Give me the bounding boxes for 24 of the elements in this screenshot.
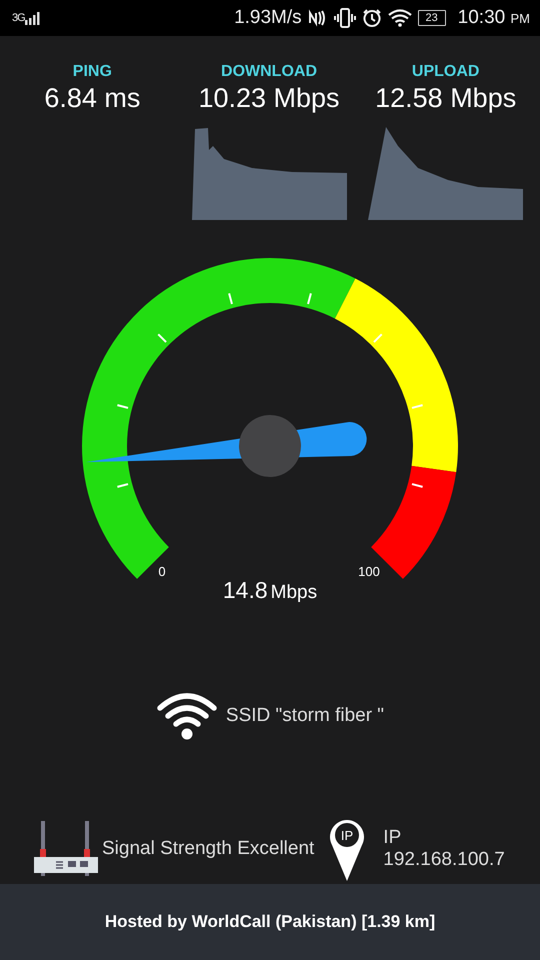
metric-label: DOWNLOAD xyxy=(221,62,317,82)
metric-label: UPLOAD xyxy=(412,62,480,82)
metric-value: 10.23 Mbps xyxy=(198,82,340,114)
scale-max: 100 xyxy=(358,564,380,578)
signal-strength: Signal Strength Excellent xyxy=(102,838,314,860)
wifi-icon xyxy=(388,8,412,27)
alarm-icon xyxy=(362,8,382,28)
vibrate-icon xyxy=(334,8,356,28)
clock-time: 10:30 PM xyxy=(458,6,530,29)
current-speed: 14.8 Mbps xyxy=(222,576,318,602)
nfc-icon xyxy=(308,8,328,27)
ip-address: 192.168.100.7 xyxy=(383,849,505,872)
network-speed: 1.93M/s xyxy=(234,6,302,29)
network-type: 3G xyxy=(12,12,25,24)
metric-value: 6.84 ms xyxy=(44,82,140,114)
scale-min: 0 xyxy=(158,564,166,578)
metric-value: 12.58 Mbps xyxy=(375,82,516,114)
metric-label: PING xyxy=(72,62,112,82)
ssid-text: SSID "storm fiber " xyxy=(226,705,384,728)
pin-label: IP xyxy=(341,828,354,844)
ip-label: IP xyxy=(383,827,402,850)
battery-level: 23 xyxy=(418,10,446,26)
wifi-icon xyxy=(156,691,218,742)
server-info: Hosted by WorldCall (Pakistan) [1.39 km] xyxy=(104,912,436,932)
